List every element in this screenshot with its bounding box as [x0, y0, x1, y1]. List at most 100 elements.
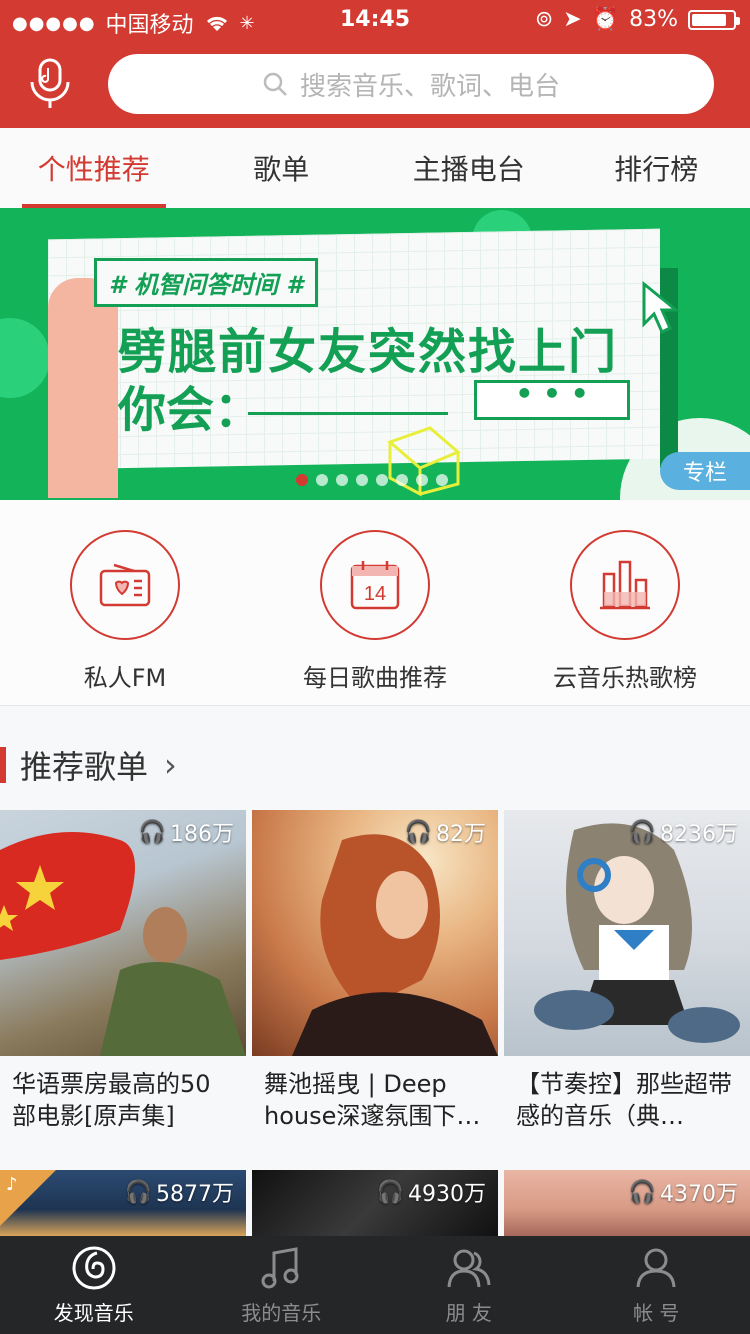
location-icon: ➤	[563, 7, 582, 32]
nav-account[interactable]: 帐 号	[563, 1236, 750, 1334]
calendar-icon: 14	[350, 561, 400, 610]
play-count-value: 4930万	[408, 1182, 486, 1207]
tab-recommend[interactable]: 个性推荐	[0, 128, 188, 208]
banner-carousel[interactable]: # 机智问答时间 # 劈腿前女友突然找上门 你会： • • • 专栏	[0, 208, 750, 500]
playlist-card[interactable]: 🎧 4930万	[252, 1170, 498, 1236]
headphones-icon: 🎧	[404, 819, 432, 845]
playlist-card[interactable]: 🎧 8236万 【节奏控】那些超带感的音乐（典…	[504, 810, 750, 1132]
netease-logo-icon	[72, 1246, 116, 1289]
account-icon	[636, 1248, 676, 1287]
pager-dot[interactable]	[336, 474, 348, 486]
banner-hand-illustration	[48, 278, 118, 498]
chevron-right-icon: ›	[164, 746, 177, 784]
banner-subheadline: 你会：	[118, 382, 263, 438]
rotation-lock-icon: ⊚	[534, 7, 554, 32]
search-placeholder: 搜索音乐、歌词、电台	[299, 71, 560, 102]
playlist-cover[interactable]: ♪ 🎧 5877万	[0, 1170, 246, 1236]
headphones-icon: 🎧	[376, 1179, 404, 1205]
playlist-card[interactable]: ♪ 🎧 5877万	[0, 1170, 246, 1236]
top-bar: ●●●●● 中国移动 ✳ 14:45 ⊚ ➤ ⏰ 83% 搜索音乐、歌词、电台	[0, 0, 750, 128]
play-count-value: 4370万	[660, 1182, 738, 1207]
shortcut-hot-chart[interactable]: 云音乐热歌榜	[500, 500, 750, 705]
play-count: 🎧 8236万	[629, 816, 738, 848]
play-count-value: 82万	[436, 822, 486, 847]
column-badge: 专栏	[660, 452, 750, 490]
hot-chart-button[interactable]	[570, 530, 680, 640]
playlist-card[interactable]: 🎧 186万 华语票房最高的50部电影[原声集]	[0, 810, 246, 1132]
pager-dot[interactable]	[416, 474, 428, 486]
shortcut-label: 每日歌曲推荐	[303, 664, 447, 692]
private-fm-button[interactable]	[70, 530, 180, 640]
nav-discover-music[interactable]: 发现音乐	[0, 1236, 188, 1334]
playlist-card[interactable]: 🎧 4370万	[504, 1170, 750, 1236]
shortcut-private-fm[interactable]: 私人FM	[0, 500, 250, 705]
daily-songs-button[interactable]: 14	[320, 530, 430, 640]
headphones-icon: 🎧	[628, 819, 656, 845]
section-accent-bar	[0, 747, 6, 783]
pager-dot[interactable]	[436, 474, 448, 486]
status-right: ⊚ ➤ ⏰ 83%	[534, 7, 740, 32]
tab-playlists[interactable]: 歌单	[188, 128, 376, 208]
shortcut-label: 云音乐热歌榜	[553, 664, 697, 692]
play-count-value: 8236万	[660, 822, 738, 847]
playlist-title: 舞池摇曳 | Deep house深邃氛围下…	[264, 1070, 481, 1130]
tab-radio[interactable]: 主播电台	[375, 128, 563, 208]
shortcut-daily-songs[interactable]: 14 每日歌曲推荐	[250, 500, 500, 705]
play-count: 🎧 5877万	[125, 1176, 234, 1208]
playlist-cover[interactable]: 🎧 4370万	[504, 1170, 750, 1236]
play-count: 🎧 4930万	[377, 1176, 486, 1208]
play-count-value: 5877万	[156, 1182, 234, 1207]
playlist-title: 华语票房最高的50部电影[原声集]	[12, 1070, 211, 1130]
play-count: 🎧 82万	[405, 816, 486, 848]
banner-circle-decoration	[0, 318, 50, 398]
shortcut-row: 私人FM 14 每日歌曲推荐 云音乐热歌榜	[0, 500, 750, 706]
nav-my-music[interactable]: 我的音乐	[188, 1236, 376, 1334]
playlist-cover[interactable]: 🎧 82万	[252, 810, 498, 1056]
badge-icon: ♪	[6, 1174, 18, 1195]
search-input[interactable]: 搜索音乐、歌词、电台	[108, 54, 714, 114]
alarm-icon: ⏰	[591, 7, 620, 32]
battery-icon	[688, 9, 740, 30]
playlist-cover[interactable]: 🎧 186万	[0, 810, 246, 1056]
banner-blank-line	[248, 412, 448, 415]
nav-label: 帐 号	[633, 1300, 680, 1325]
battery-percent: 83%	[629, 7, 678, 32]
friends-icon	[447, 1249, 491, 1287]
pager-dot[interactable]	[356, 474, 368, 486]
play-count: 🎧 4370万	[629, 1176, 738, 1208]
nav-label: 朋 友	[445, 1300, 492, 1325]
pager-dot[interactable]	[296, 474, 308, 486]
playlist-title: 【节奏控】那些超带感的音乐（典…	[516, 1070, 732, 1130]
section-title: 推荐歌单	[20, 748, 149, 786]
headphones-icon: 🎧	[628, 1179, 656, 1205]
nav-friends[interactable]: 朋 友	[375, 1236, 563, 1334]
banner-speech-bubble: • • •	[474, 380, 630, 420]
playlist-cover[interactable]: 🎧 4930万	[252, 1170, 498, 1236]
voice-search-icon[interactable]	[28, 58, 72, 110]
nav-label: 我的音乐	[241, 1300, 322, 1325]
banner-tag: # 机智问答时间 #	[94, 258, 319, 307]
screen: ●●●●● 中国移动 ✳ 14:45 ⊚ ➤ ⏰ 83% 搜索音乐、歌词、电台 …	[0, 0, 750, 1334]
cursor-icon	[642, 280, 680, 335]
headphones-icon: 🎧	[138, 819, 166, 845]
status-bar: ●●●●● 中国移动 ✳ 14:45 ⊚ ➤ ⏰ 83%	[0, 0, 750, 40]
playlist-card[interactable]: 🎧 82万 舞池摇曳 | Deep house深邃氛围下…	[252, 810, 498, 1132]
tab-bar: 个性推荐 歌单 主播电台 排行榜	[0, 128, 750, 208]
headphones-icon: 🎧	[124, 1179, 152, 1205]
playlist-cover[interactable]: 🎧 8236万	[504, 810, 750, 1056]
recommended-playlists-header[interactable]: 推荐歌单 ›	[0, 736, 750, 794]
shortcut-label: 私人FM	[83, 664, 167, 692]
radio-icon	[99, 563, 151, 607]
search-icon	[263, 72, 287, 96]
pager-dot[interactable]	[376, 474, 388, 486]
calendar-day: 14	[364, 583, 386, 605]
pager-dot[interactable]	[316, 474, 328, 486]
pager-dot[interactable]	[396, 474, 408, 486]
tab-charts[interactable]: 排行榜	[563, 128, 750, 208]
play-count-value: 186万	[170, 822, 234, 847]
chart-icon	[600, 560, 650, 610]
music-note-icon	[261, 1246, 299, 1288]
banner-pager	[296, 474, 448, 486]
cube-icon	[387, 426, 461, 497]
nav-label: 发现音乐	[53, 1300, 134, 1325]
